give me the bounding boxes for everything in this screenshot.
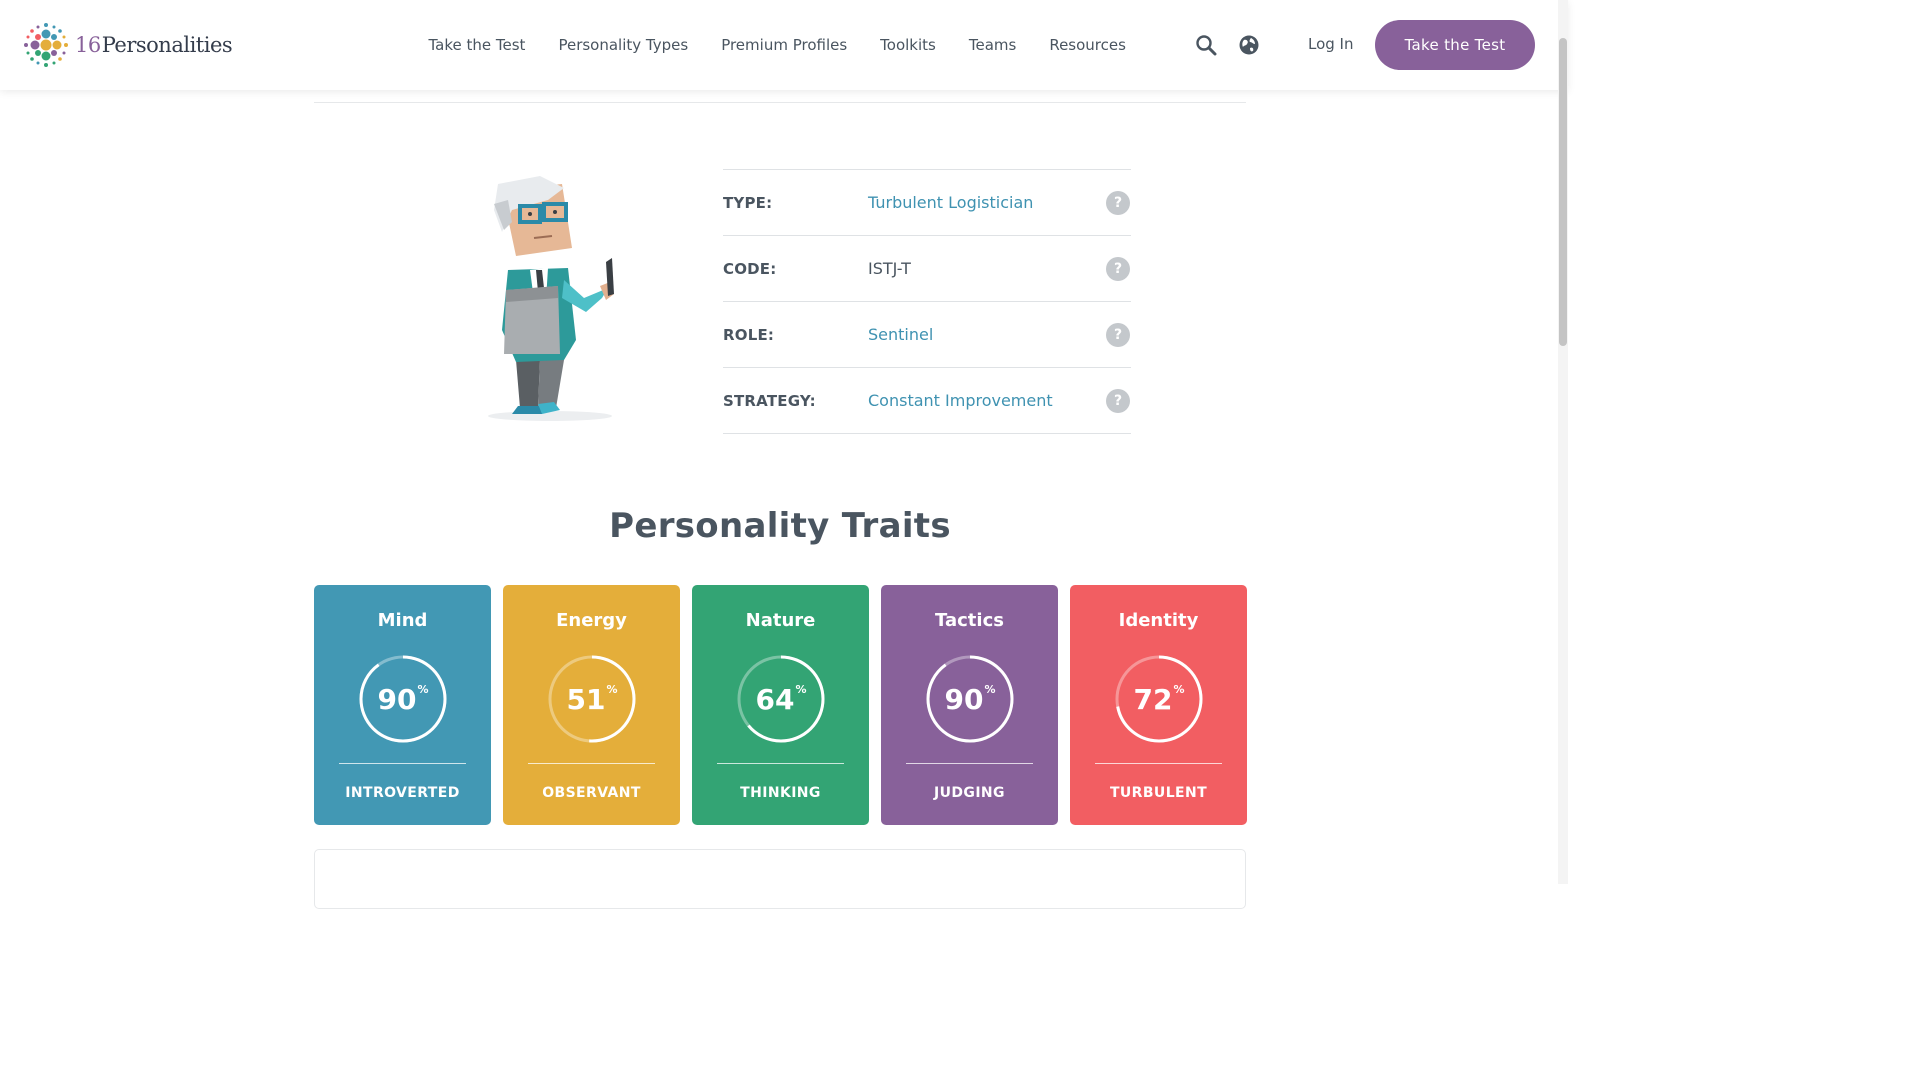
code-value: ISTJ-T (868, 259, 911, 278)
percent-value: 72 (1133, 682, 1173, 716)
percent-sign: % (984, 682, 996, 696)
percent-sign: % (1173, 682, 1185, 696)
type-label: TYPE: (723, 193, 773, 212)
trait-card-nature[interactable]: Nature 64% THINKING (692, 585, 869, 825)
scrollbar-thumb[interactable] (1559, 38, 1567, 346)
logo-word: Personalities (101, 33, 233, 57)
nav-premium-profiles[interactable]: Premium Profiles (705, 36, 864, 54)
login-link[interactable]: Log In (1308, 35, 1354, 53)
trait-card-mind[interactable]: Mind 90% INTROVERTED (314, 585, 491, 825)
trait-card-identity[interactable]: Identity 72% TURBULENT (1070, 585, 1247, 825)
card-title: Nature (745, 610, 816, 631)
role-value-link[interactable]: Sentinel (868, 325, 933, 344)
logistician-avatar-illustration (488, 176, 614, 421)
role-help-icon[interactable]: ? (1106, 323, 1130, 347)
percent-sign: % (606, 682, 618, 696)
code-label: CODE: (723, 259, 777, 278)
card-trait-label: OBSERVANT (542, 785, 641, 801)
nav-personality-types[interactable]: Personality Types (542, 36, 705, 54)
percent-sign: % (417, 682, 429, 696)
card-title: Energy (556, 610, 627, 631)
trait-cards: Mind 90% INTROVERTED Energy 51% OBSERVAN… (314, 585, 1247, 825)
globe-icon[interactable] (1238, 34, 1260, 56)
type-value-link[interactable]: Turbulent Logistician (868, 193, 1033, 212)
card-trait-label: TURBULENT (1109, 785, 1208, 801)
code-help-icon[interactable]: ? (1106, 257, 1130, 281)
logo-wordmark: 16 Personalities (75, 33, 233, 57)
section-title: Personality Traits (609, 506, 951, 546)
next-section-panel (314, 849, 1246, 909)
site-logo[interactable]: 16 Personalities (22, 21, 233, 69)
logo-dots-icon (24, 23, 68, 67)
profile-row-code: CODE: ISTJ-T ? (723, 236, 1131, 302)
percent-label: 90% (925, 654, 1015, 744)
percent-label: 64% (736, 654, 826, 744)
strategy-help-icon[interactable]: ? (1106, 389, 1130, 413)
card-divider (528, 763, 655, 764)
take-the-test-button[interactable]: Take the Test (1375, 20, 1535, 70)
strategy-label: STRATEGY: (723, 391, 816, 410)
main-nav: Take the Test Personality Types Premium … (412, 0, 1142, 90)
site-header: 16 Personalities Take the Test Personalit… (0, 0, 1568, 90)
nav-resources[interactable]: Resources (1033, 36, 1143, 54)
role-label: ROLE: (723, 325, 775, 344)
card-divider (906, 763, 1033, 764)
percent-value: 90 (944, 682, 984, 716)
percent-sign: % (795, 682, 807, 696)
percent-label: 72% (1114, 654, 1204, 744)
percent-label: 51% (547, 654, 637, 744)
card-divider (1095, 763, 1222, 764)
page-scrollbar[interactable] (1558, 0, 1568, 884)
nav-teams[interactable]: Teams (952, 36, 1032, 54)
card-trait-label: THINKING (740, 785, 821, 801)
card-title: Identity (1118, 610, 1199, 631)
percent-value: 90 (377, 682, 417, 716)
card-title: Mind (377, 610, 428, 631)
profile-row-role: ROLE: Sentinel ? (723, 302, 1131, 368)
search-icon[interactable] (1195, 34, 1217, 56)
strategy-value-link[interactable]: Constant Improvement (868, 391, 1053, 410)
trait-card-tactics[interactable]: Tactics 90% JUDGING (881, 585, 1058, 825)
card-trait-label: INTROVERTED (345, 785, 460, 801)
card-divider (339, 763, 466, 764)
trait-card-energy[interactable]: Energy 51% OBSERVANT (503, 585, 680, 825)
profile-info-table: TYPE: Turbulent Logistician ? CODE: ISTJ… (723, 169, 1131, 434)
profile-row-type: TYPE: Turbulent Logistician ? (723, 170, 1131, 236)
percent-value: 64 (755, 682, 795, 716)
card-divider (717, 763, 844, 764)
percent-value: 51 (566, 682, 606, 716)
profile-row-strategy: STRATEGY: Constant Improvement ? (723, 368, 1131, 434)
nav-take-the-test[interactable]: Take the Test (412, 36, 542, 54)
nav-toolkits[interactable]: Toolkits (864, 36, 953, 54)
logo-number: 16 (75, 33, 101, 57)
percent-label: 90% (358, 654, 448, 744)
card-title: Tactics (935, 610, 1004, 631)
card-trait-label: JUDGING (934, 785, 1005, 801)
section-divider (314, 102, 1246, 103)
type-help-icon[interactable]: ? (1106, 191, 1130, 215)
